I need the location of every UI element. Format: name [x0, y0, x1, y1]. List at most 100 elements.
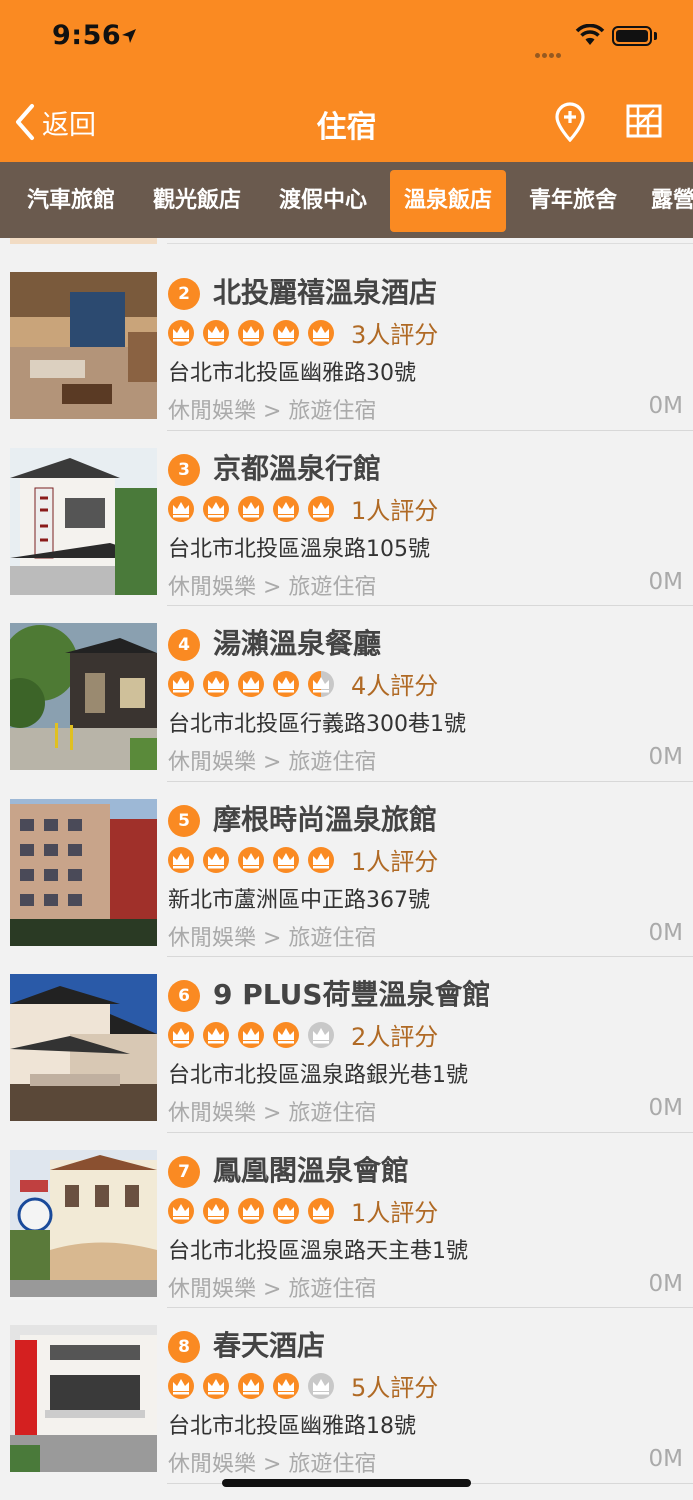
crown-rating-icon	[307, 319, 335, 347]
crown-rating-icon	[202, 319, 230, 347]
hotel-name: 摩根時尚溫泉旅館	[213, 802, 438, 836]
list-item[interactable]: 3 京都溫泉行館 1人評分 台北市北投區溫泉路105號 休閒娛樂 > 旅遊住宿 …	[0, 431, 693, 606]
rank-badge: 3	[168, 453, 200, 486]
crown-rating-icon	[272, 670, 300, 698]
rating-count: 1人評分	[351, 496, 439, 525]
battery-icon	[612, 26, 652, 46]
hotel-photo	[10, 447, 157, 595]
rank-badge: 8	[168, 1331, 200, 1363]
crown-rating-icon	[167, 846, 195, 874]
hotel-photo	[10, 272, 157, 419]
rating-count: 4人評分	[351, 672, 439, 700]
list-item[interactable]: 8 春天酒店 5人評分 台北市北投區幽雅路18號 休閒娛樂 > 旅遊住宿 0M	[0, 1308, 693, 1484]
tab-tourist-hotel[interactable]: 觀光飯店	[136, 170, 258, 232]
crown-rating-icon	[202, 1372, 230, 1400]
crown-rating-icon	[307, 846, 335, 874]
crown-rating-icon	[237, 846, 265, 874]
map-grid-button[interactable]	[626, 104, 662, 142]
crown-rating-icon	[202, 670, 230, 698]
crown-rating-icon	[167, 1021, 195, 1049]
list-item[interactable]: 2 北投麗禧溫泉酒店 3人評分 台北市北投區幽雅路30號 休閒娛樂 > 旅遊住宿…	[0, 255, 693, 431]
crown-rating-icon	[307, 1197, 335, 1225]
rank-badge: 2	[168, 278, 200, 310]
tab-resort[interactable]: 渡假中心	[262, 170, 384, 232]
crown-rating-icon	[272, 846, 300, 874]
hotel-category: 休閒娛樂 > 旅遊住宿	[168, 925, 377, 951]
category-tabs: 汽車旅館 觀光飯店 渡假中心 溫泉飯店 青年旅舍 露營	[0, 162, 693, 238]
hotel-distance: 0M	[648, 568, 683, 595]
page-title: 住宿	[316, 110, 377, 145]
rank-badge: 6	[168, 980, 200, 1012]
crown-rating-icon	[272, 319, 300, 347]
hotel-photo	[10, 798, 157, 946]
crown-rating-icon	[307, 670, 335, 698]
crown-rating-icon	[237, 319, 265, 347]
crown-rating-icon	[202, 1021, 230, 1049]
crown-rating-icon	[307, 1021, 335, 1049]
hotel-address: 台北市北投區溫泉路105號	[168, 536, 430, 562]
rating-count: 1人評分	[351, 1198, 439, 1227]
status-time: 9:56	[52, 20, 122, 51]
crown-rating-icon	[202, 1197, 230, 1225]
hotel-name: 春天酒店	[213, 1329, 326, 1362]
hotel-distance: 0M	[648, 919, 683, 946]
hotel-category: 休閒娛樂 > 旅遊住宿	[168, 399, 377, 424]
rank-badge: 7	[168, 1155, 200, 1188]
hotel-address: 台北市北投區幽雅路18號	[168, 1414, 416, 1439]
hotel-address: 台北市北投區行義路300巷1號	[168, 712, 466, 737]
tab-hot-spring-hotel[interactable]: 溫泉飯店	[390, 170, 506, 232]
hotel-name: 湯瀨溫泉餐廳	[213, 627, 382, 660]
list-item[interactable]: 6 9 PLUS荷豐溫泉會館 2人評分 台北市北投區溫泉路銀光巷1號 休閒娛樂 …	[0, 957, 693, 1133]
crown-rating-icon	[167, 670, 195, 698]
hotel-category: 休閒娛樂 > 旅遊住宿	[168, 750, 377, 775]
crown-rating-icon	[167, 495, 195, 523]
hotel-address: 台北市北投區溫泉路天主巷1號	[168, 1238, 468, 1264]
crown-rating-icon	[237, 1021, 265, 1049]
crown-rating-icon	[272, 495, 300, 523]
list-item[interactable]: 7 鳳凰閣溫泉會館 1人評分 台北市北投區溫泉路天主巷1號 休閒娛樂 > 旅遊住…	[0, 1133, 693, 1308]
home-indicator	[222, 1479, 471, 1487]
rating-count: 5人評分	[351, 1374, 439, 1402]
signal-icon	[535, 43, 563, 62]
crown-rating-icon	[202, 495, 230, 523]
hotel-distance: 0M	[648, 744, 683, 770]
hotel-photo	[10, 974, 157, 1121]
hotel-category: 休閒娛樂 > 旅遊住宿	[168, 1452, 377, 1477]
crown-rating-icon	[237, 670, 265, 698]
crown-rating-icon	[167, 1372, 195, 1400]
hotel-photo	[10, 1149, 157, 1297]
hotel-photo	[10, 1325, 157, 1472]
list-item-partial	[0, 238, 693, 246]
crown-rating-icon	[237, 1372, 265, 1400]
crown-rating-icon	[167, 1197, 195, 1225]
tab-youth-hostel[interactable]: 青年旅舍	[512, 170, 634, 232]
hotel-category: 休閒娛樂 > 旅遊住宿	[168, 1101, 377, 1126]
hotel-distance: 0M	[648, 1446, 683, 1472]
crown-rating-icon	[272, 1372, 300, 1400]
map-pin-icon	[555, 102, 585, 143]
rating-count: 2人評分	[351, 1023, 439, 1051]
crown-rating-icon	[237, 495, 265, 523]
list-item[interactable]: 5 摩根時尚溫泉旅館 1人評分 新北市蘆洲區中正路367號 休閒娛樂 > 旅遊住…	[0, 782, 693, 957]
crown-rating-icon	[202, 846, 230, 874]
list-item[interactable]: 4 湯瀨溫泉餐廳 4人評分 台北市北投區行義路300巷1號 休閒娛樂 > 旅遊住…	[0, 606, 693, 782]
crown-rating-icon	[307, 1372, 335, 1400]
tab-motel[interactable]: 汽車旅館	[10, 170, 132, 232]
map-grid-icon	[626, 104, 662, 138]
rating-count: 3人評分	[351, 321, 439, 349]
hotel-address: 台北市北投區溫泉路銀光巷1號	[168, 1063, 468, 1088]
hotel-name: 9 PLUS荷豐溫泉會館	[213, 978, 491, 1011]
map-pin-button[interactable]	[553, 102, 587, 146]
hotel-name: 鳳凰閣溫泉會館	[213, 1153, 410, 1187]
tab-camping[interactable]: 露營	[640, 170, 693, 232]
hotel-distance: 0M	[648, 1270, 683, 1297]
hotel-category: 休閒娛樂 > 旅遊住宿	[168, 1276, 377, 1302]
hotel-address: 台北市北投區幽雅路30號	[168, 361, 416, 386]
hotel-distance: 0M	[648, 393, 683, 419]
hotel-name: 京都溫泉行館	[213, 451, 382, 485]
hotel-name: 北投麗禧溫泉酒店	[213, 276, 438, 309]
status-bar: 9:56	[0, 0, 693, 80]
rank-badge: 4	[168, 629, 200, 661]
navigation-bar: 返回 住宿	[0, 80, 693, 162]
crown-rating-icon	[237, 1197, 265, 1225]
